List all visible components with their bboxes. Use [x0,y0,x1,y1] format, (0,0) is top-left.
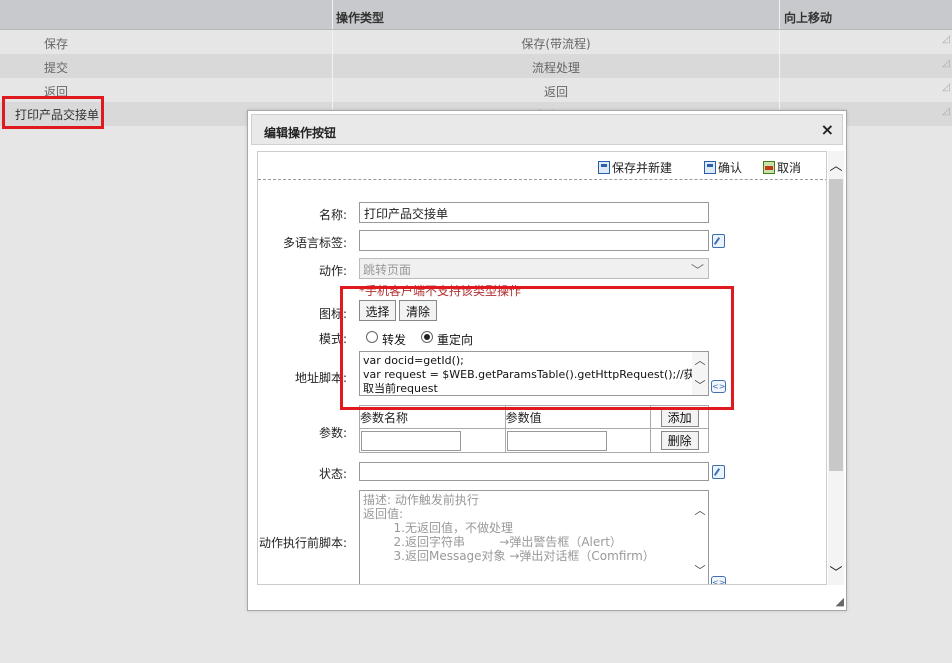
chevron-down-icon[interactable]: ﹀ [692,562,708,578]
i18n-input[interactable] [359,230,709,251]
edit-operation-dialog: 编辑操作按钮 × 保存并新建 确认 取消 名称: 打印产品交接单 多语言标签: … [247,110,847,611]
save-icon [704,161,716,174]
placeholder-line: 返回值: [363,507,404,521]
dialog-toolbar: 保存并新建 确认 取消 [258,152,826,180]
url-script-label: 地址脚本: [294,371,347,385]
row-type: 保存(带流程) [521,37,591,51]
params-label: 参数: [318,426,347,440]
code-editor-icon[interactable]: <> [711,380,726,393]
params-col-value: 参数值 [504,405,652,429]
dialog-content: 保存并新建 确认 取消 名称: 打印产品交接单 多语言标签: 动作: 跳转页面 … [257,151,827,585]
status-input[interactable] [359,462,709,481]
param-name-input[interactable] [361,430,461,451]
pre-script-textarea[interactable]: 描述: 动作触发前执行 返回值: 1.无返回值，不做处理 2.返回字符串 →弹出… [359,490,709,584]
move-up-icon[interactable]: ◿ [942,34,950,45]
operation-table: 操作类型 向上移动 保存 保存(带流程) ◿ 提交 流程处理 ◿ 返回 返回 ◿… [0,0,952,126]
mode-forward-radio[interactable] [366,331,378,343]
chevron-up-icon[interactable]: ︿ [692,502,708,518]
status-label: 状态: [318,467,347,481]
edit-icon[interactable] [712,234,725,248]
i18n-label: 多语言标签: [282,236,347,250]
confirm-button[interactable]: 确认 [704,159,742,176]
action-select-value: 跳转页面 [363,263,412,277]
close-icon[interactable]: × [821,120,834,139]
cancel-button[interactable]: 取消 [763,159,801,176]
placeholder-line: 描述: 动作触发前执行 [363,493,479,507]
icon-clear-button[interactable]: 清除 [399,300,437,321]
chevron-up-icon[interactable]: ︿ [828,155,844,174]
row-name: 保存 [44,37,69,51]
move-up-icon[interactable]: ◿ [942,82,950,93]
name-input[interactable]: 打印产品交接单 [359,202,709,223]
chevron-up-icon[interactable]: ︿ [692,352,708,368]
save-and-new-button[interactable]: 保存并新建 [598,159,672,176]
mode-redirect-label[interactable]: 重定向 [437,331,473,348]
placeholder-line: 2.返回字符串 →弹出警告框（Alert） [363,535,622,549]
mode-label: 模式: [318,332,347,346]
url-script-scrollbar[interactable]: ︿ ﹀ [692,352,708,395]
edit-icon[interactable] [712,465,725,479]
table-row[interactable]: 保存 保存(带流程) ◿ [0,30,952,54]
script-line: 取当前request [363,382,438,395]
dialog-scrollbar[interactable]: ︿ ﹀ [828,151,844,585]
mode-forward-label[interactable]: 转发 [382,331,406,348]
action-label: 动作: [318,264,347,278]
row-name: 提交 [44,61,69,75]
chevron-down-icon[interactable]: ﹀ [692,377,708,393]
placeholder-line: 1.无返回值，不做处理 [363,521,513,535]
row-type: 返回 [543,85,568,99]
mode-redirect-radio[interactable] [421,331,433,343]
save-and-new-label: 保存并新建 [612,161,673,175]
row-type: 流程处理 [531,61,580,75]
table-row[interactable]: 提交 流程处理 ◿ [0,54,952,78]
params-delete-button[interactable]: 删除 [660,431,699,450]
table-header: 操作类型 向上移动 [0,0,952,30]
highlighted-row-name[interactable]: 打印产品交接单 [2,96,104,129]
table-row[interactable]: 返回 返回 ◿ [0,78,952,102]
script-line: var request = $WEB.getParamsTable().getH… [363,368,695,381]
placeholder-line: 3.返回Message对象 →弹出对话框（Comfirm） [363,549,655,563]
mobile-unsupported-note: *手机客户端不支持该类型操作 [359,284,522,298]
cancel-label: 取消 [777,161,802,175]
name-label: 名称: [318,208,347,222]
code-editor-icon[interactable]: <> [711,576,726,584]
scrollbar-thumb[interactable] [829,179,843,471]
icon-label: 图标: [318,307,347,321]
params-col-name: 参数名称 [359,405,506,429]
save-icon [598,161,610,174]
script-line: var docid=getId(); [363,354,464,367]
chevron-down-icon: ﹀ [690,264,704,279]
action-select[interactable]: 跳转页面 ﹀ [359,258,709,279]
header-operation-type[interactable]: 操作类型 [336,9,384,26]
param-value-input[interactable] [506,430,607,451]
params-table: 参数名称 参数值 添加 删除 [359,405,709,453]
confirm-label: 确认 [718,161,743,175]
resize-grip-icon[interactable]: ◢ [836,595,844,608]
move-up-icon[interactable]: ◿ [942,106,950,117]
pre-script-scrollbar[interactable]: ︿ ﹀ [692,502,708,578]
icon-select-button[interactable]: 选择 [359,300,396,321]
header-move-up[interactable]: 向上移动 [784,9,832,26]
dialog-titlebar[interactable]: 编辑操作按钮 × [251,114,843,145]
params-add-button[interactable]: 添加 [660,407,699,427]
url-script-textarea[interactable]: var docid=getId(); var request = $WEB.ge… [359,351,709,396]
pre-script-label: 动作执行前脚本: [258,536,347,550]
chevron-down-icon[interactable]: ﹀ [828,562,844,581]
dialog-title: 编辑操作按钮 [264,126,337,140]
cancel-icon [763,161,775,174]
move-up-icon[interactable]: ◿ [942,58,950,69]
